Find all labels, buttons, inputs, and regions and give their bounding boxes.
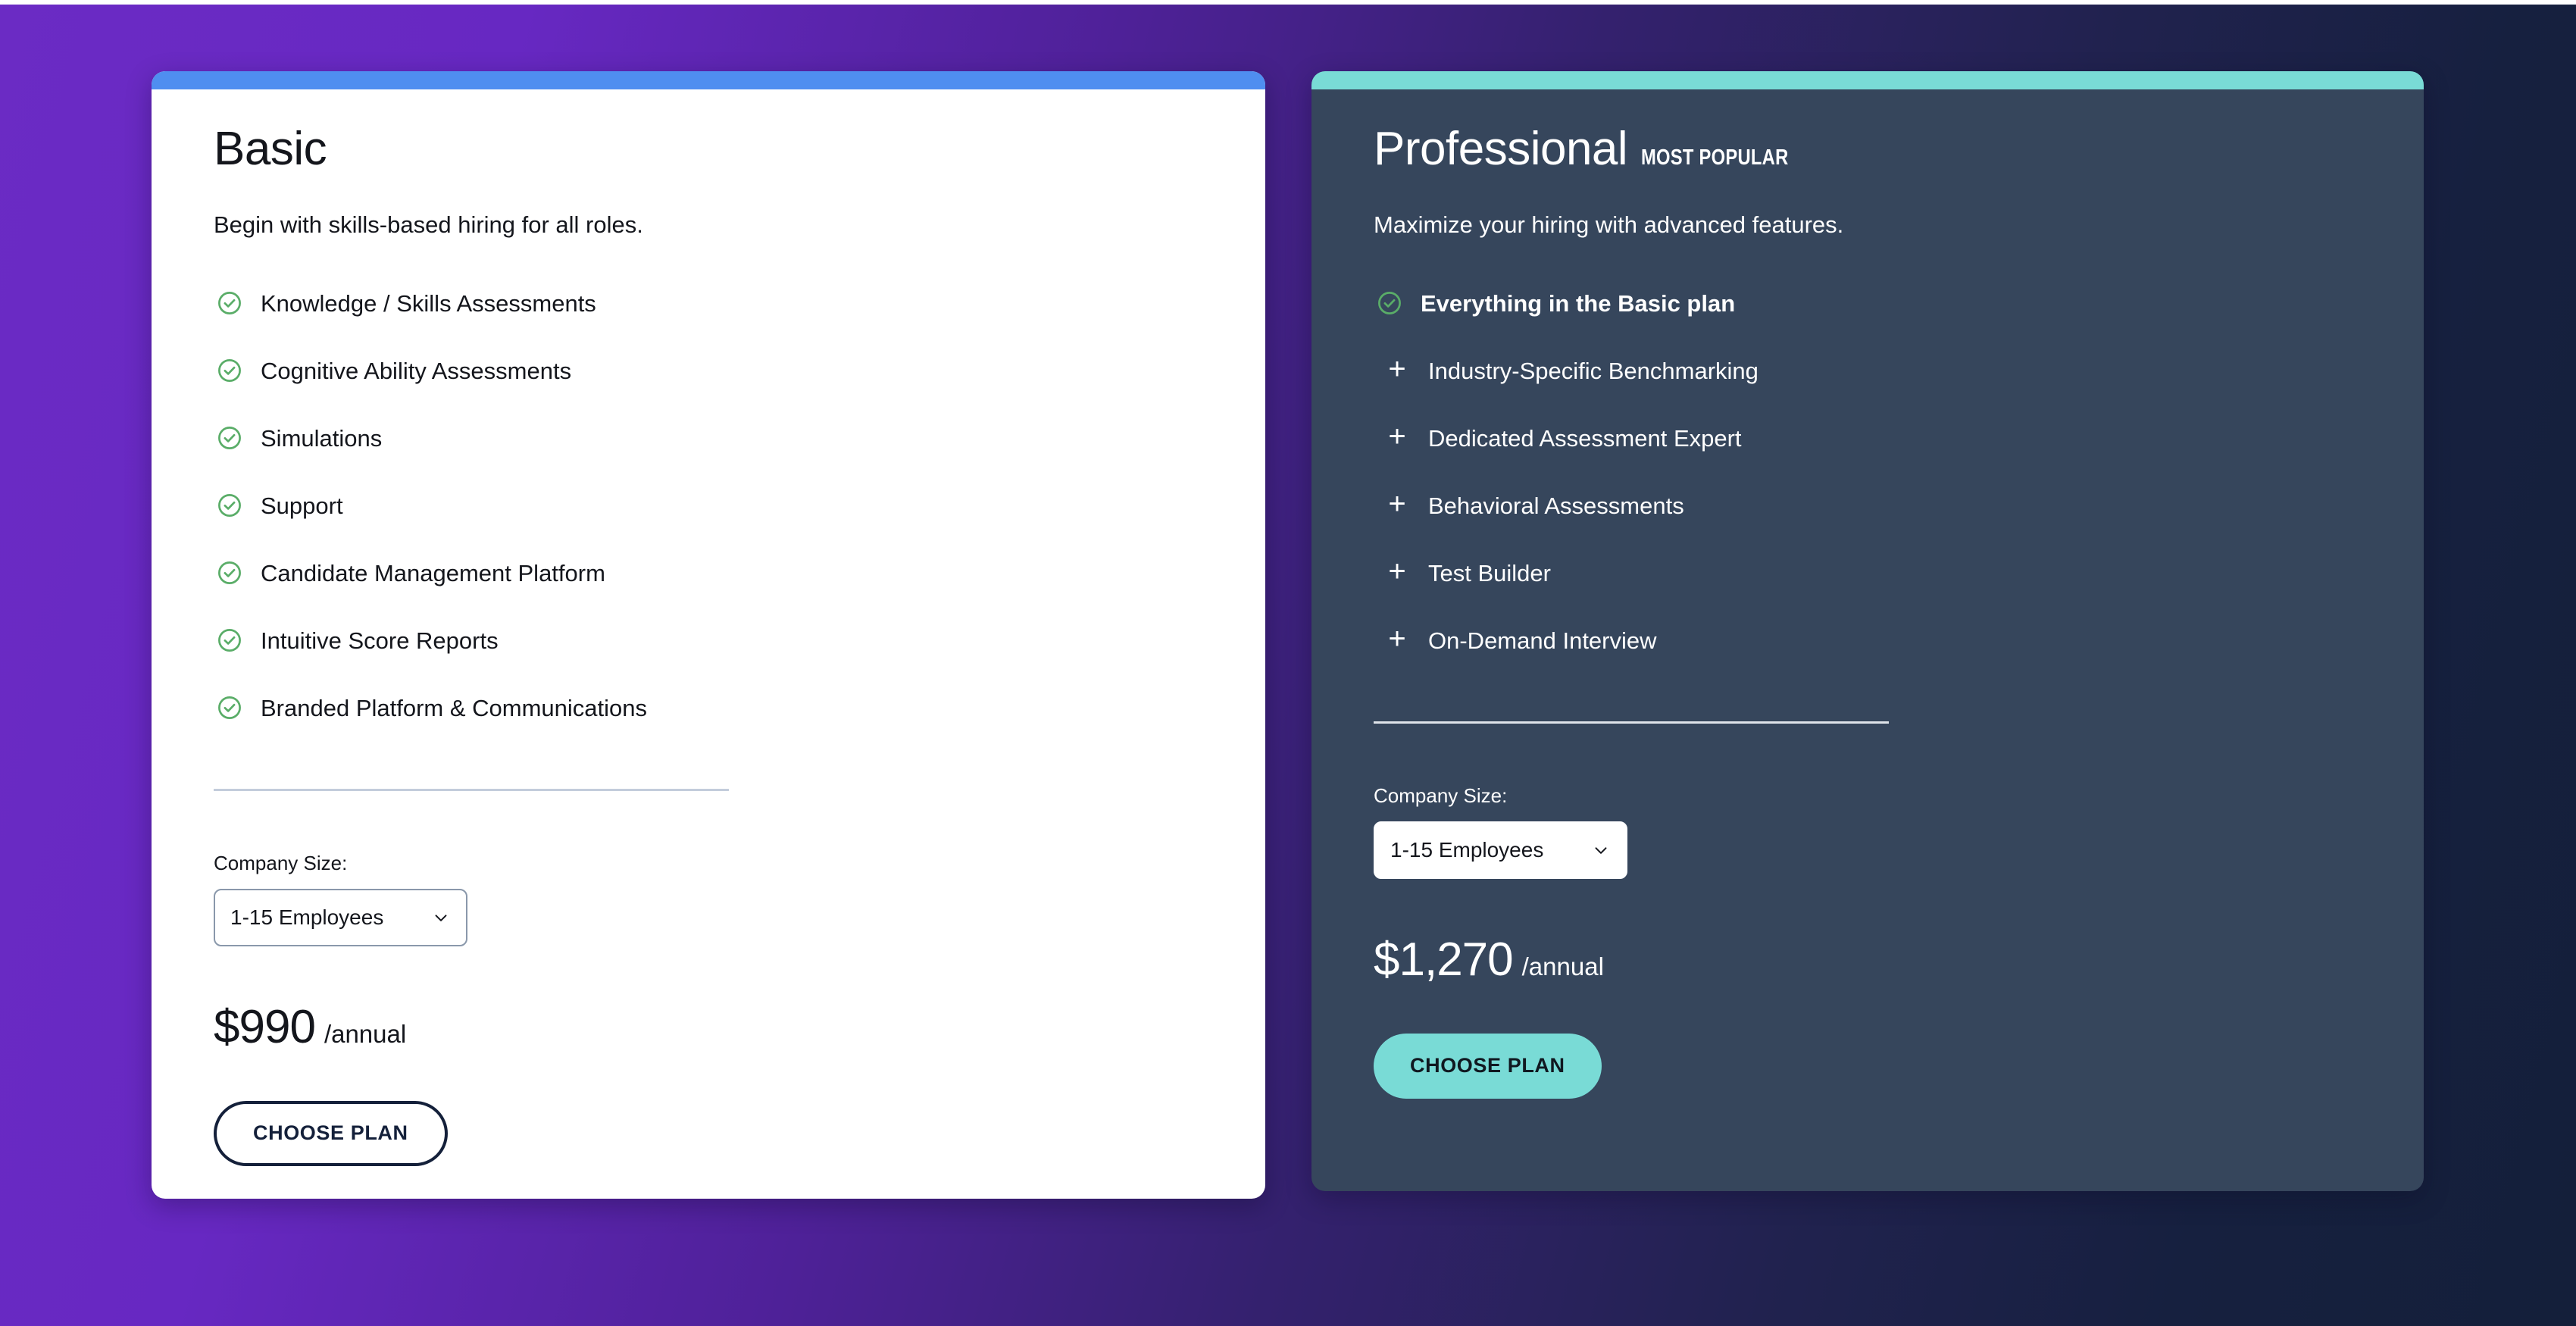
price-period: /annual	[1521, 952, 1604, 980]
feature-item: + Behavioral Assessments	[1374, 472, 2362, 539]
feature-item: Candidate Management Platform	[214, 539, 1203, 607]
feature-item: Simulations	[214, 405, 1203, 472]
card-accent-bar-basic	[152, 71, 1265, 89]
feature-list-basic: Knowledge / Skills Assessments Cognitive…	[214, 270, 1203, 742]
feature-label: Intuitive Score Reports	[261, 627, 499, 654]
card-body-basic: Basic Begin with skills-based hiring for…	[152, 89, 1265, 1199]
feature-label: Support	[261, 492, 343, 519]
company-size-select[interactable]: 1-15 Employees	[1374, 821, 1627, 879]
feature-item: Everything in the Basic plan	[1374, 270, 2362, 337]
most-popular-badge: MOST POPULAR	[1641, 145, 1789, 170]
feature-item: Branded Platform & Communications	[214, 674, 1203, 742]
check-icon	[214, 358, 245, 383]
chevron-down-icon	[431, 908, 451, 927]
feature-item: + Industry-Specific Benchmarking	[1374, 337, 2362, 405]
feature-list-professional: Everything in the Basic plan + Industry-…	[1374, 270, 2362, 674]
feature-item: + Test Builder	[1374, 539, 2362, 607]
section-divider	[214, 788, 729, 791]
check-icon	[214, 290, 245, 316]
price-amount: $1,270	[1374, 933, 1514, 986]
feature-label: Dedicated Assessment Expert	[1428, 424, 1742, 452]
company-size-value: 1-15 Employees	[1390, 837, 1544, 862]
plan-subtitle: Maximize your hiring with advanced featu…	[1374, 211, 1844, 238]
card-accent-bar-professional	[1311, 71, 2424, 89]
plan-subtitle: Begin with skills-based hiring for all r…	[214, 211, 643, 238]
check-icon	[214, 493, 245, 518]
choose-plan-button-professional[interactable]: CHOOSE PLAN	[1374, 1033, 1602, 1099]
feature-label: On-Demand Interview	[1428, 627, 1657, 654]
price-amount: $990	[214, 1000, 316, 1053]
feature-item: Cognitive Ability Assessments	[214, 337, 1203, 405]
price-row: $990 /annual	[214, 1000, 1203, 1053]
feature-item: + Dedicated Assessment Expert	[1374, 405, 2362, 472]
feature-label: Simulations	[261, 424, 383, 452]
plus-icon: +	[1388, 352, 1406, 386]
feature-label: Knowledge / Skills Assessments	[261, 289, 596, 317]
pricing-cards-container: Basic Begin with skills-based hiring for…	[0, 5, 2576, 1326]
plan-title: Professional	[1374, 123, 1628, 175]
plan-header-basic: Basic	[214, 126, 1203, 173]
price-period: /annual	[324, 1019, 407, 1048]
plus-icon: +	[1388, 487, 1406, 521]
feature-label: Branded Platform & Communications	[261, 694, 648, 721]
pricing-card-professional: Professional MOST POPULAR Maximize your …	[1311, 71, 2424, 1191]
feature-label: Candidate Management Platform	[261, 559, 605, 586]
feature-label: Cognitive Ability Assessments	[261, 357, 572, 384]
company-size-label: Company Size:	[214, 851, 348, 874]
pricing-card-basic: Basic Begin with skills-based hiring for…	[152, 71, 1265, 1199]
plus-icon: +	[1388, 420, 1406, 454]
feature-item: Intuitive Score Reports	[214, 607, 1203, 674]
chevron-down-icon	[1591, 840, 1611, 860]
pricing-page-background: Basic Begin with skills-based hiring for…	[0, 5, 2576, 1326]
feature-label: Test Builder	[1428, 559, 1551, 586]
company-size-select-wrapper: 1-15 Employees	[1374, 821, 1627, 879]
feature-item: + On-Demand Interview	[1374, 607, 2362, 674]
feature-label: Industry-Specific Benchmarking	[1428, 357, 1758, 384]
company-size-select[interactable]: 1-15 Employees	[214, 888, 467, 946]
section-divider	[1374, 721, 1889, 724]
feature-item: Support	[214, 472, 1203, 539]
company-size-select-wrapper: 1-15 Employees	[214, 888, 467, 946]
feature-item: Knowledge / Skills Assessments	[214, 270, 1203, 337]
check-icon	[214, 627, 245, 653]
plus-icon: +	[1388, 622, 1406, 656]
plan-header-professional: Professional MOST POPULAR	[1374, 126, 2362, 173]
feature-label: Everything in the Basic plan	[1421, 289, 1736, 317]
plus-icon: +	[1388, 555, 1406, 589]
choose-plan-button-basic[interactable]: CHOOSE PLAN	[214, 1100, 448, 1166]
check-icon	[214, 425, 245, 451]
company-size-value: 1-15 Employees	[230, 905, 384, 929]
check-icon	[214, 695, 245, 721]
feature-label: Behavioral Assessments	[1428, 492, 1684, 519]
company-size-label: Company Size:	[1374, 783, 1508, 807]
check-icon	[1374, 290, 1405, 316]
price-row: $1,270 /annual	[1374, 933, 2362, 986]
check-icon	[214, 560, 245, 586]
card-body-professional: Professional MOST POPULAR Maximize your …	[1311, 89, 2424, 1191]
plan-title: Basic	[214, 123, 327, 175]
